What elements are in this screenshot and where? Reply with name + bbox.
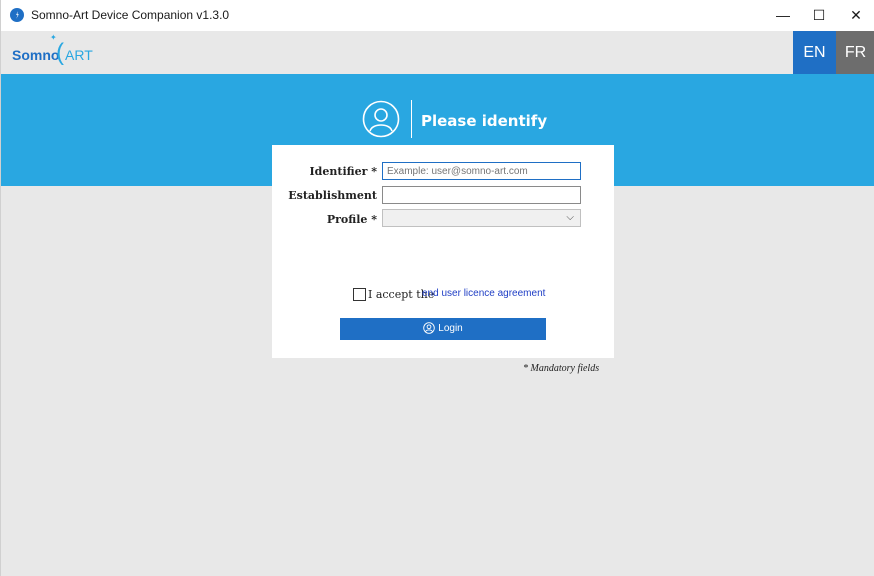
user-icon [423,322,436,335]
establishment-label: Establishment [288,189,377,202]
language-en-button[interactable]: EN [793,31,836,74]
login-card: Identifier * Establishment Profile * ⌵ I… [272,145,614,358]
profile-select[interactable]: ⌵ [382,209,581,227]
profile-label: Profile * [326,213,377,226]
app-logo-icon [10,8,24,22]
user-circle-icon [362,100,400,138]
eula-checkbox[interactable] [353,288,366,301]
logo-paren: ( [56,39,64,66]
page-title: Please identify [421,112,548,130]
logo-somno-text: Somno [12,47,60,63]
close-button[interactable]: ✕ [838,0,874,31]
title-bar: Somno-Art Device Companion v1.3.0 — ☐ ✕ [1,0,874,31]
eula-link[interactable]: end user licence agreement [422,288,545,299]
login-label: Login [438,323,463,334]
maximize-button[interactable]: ☐ [801,0,837,31]
mandatory-fields-note: * Mandatory fields [523,363,600,374]
identifier-label: Identifier * [309,165,377,178]
logo-art-text: ART [65,47,93,63]
app-window: Somno-Art Device Companion v1.3.0 — ☐ ✕ … [0,0,874,576]
identifier-input[interactable] [382,162,581,180]
window-title: Somno-Art Device Companion v1.3.0 [31,8,230,22]
chevron-down-icon: ⌵ [566,212,574,223]
language-fr-button[interactable]: FR [836,31,874,74]
app-header: Somno ✦ ( ART [1,31,874,74]
minimize-button[interactable]: — [765,0,801,31]
login-button[interactable]: Login [340,318,546,340]
establishment-input[interactable] [382,186,581,204]
banner-divider [411,100,412,138]
